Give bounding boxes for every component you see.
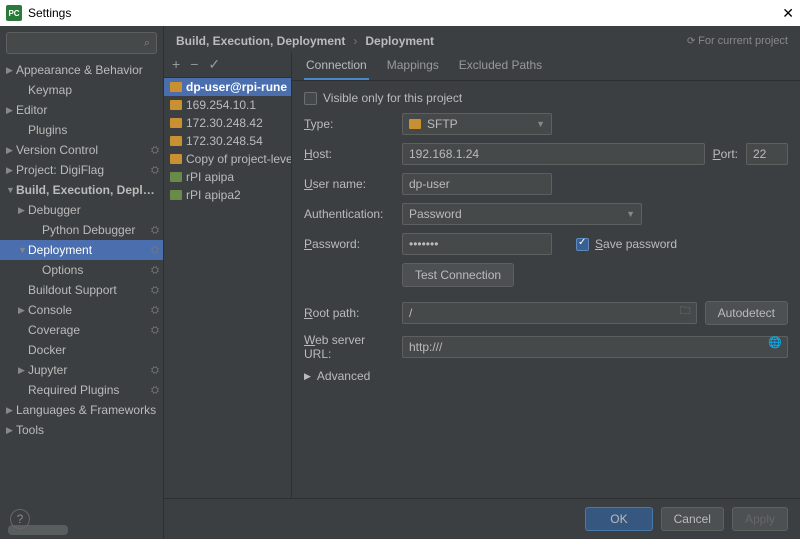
nav-vcs[interactable]: ▶Version Control⛭ xyxy=(0,140,163,160)
breadcrumb: Build, Execution, Deployment › Deploymen… xyxy=(164,26,800,52)
server-item[interactable]: 172.30.248.42 xyxy=(164,114,291,132)
visible-only-checkbox[interactable]: Visible only for this project xyxy=(304,91,462,105)
type-label: Type: xyxy=(304,117,394,131)
help-button[interactable]: ? xyxy=(10,509,30,529)
server-icon xyxy=(170,82,182,92)
auth-label: Authentication: xyxy=(304,207,394,221)
nav-options[interactable]: Options⛭ xyxy=(0,260,163,280)
tab-connection[interactable]: Connection xyxy=(304,52,369,80)
for-current-project: For current project xyxy=(687,35,788,47)
ok-button[interactable]: OK xyxy=(585,507,652,531)
nav-jupyter[interactable]: ▶Jupyter⛭ xyxy=(0,360,163,380)
root-path-label: Root path: xyxy=(304,306,394,320)
search-box[interactable]: ⌕ xyxy=(6,32,157,54)
nav-docker[interactable]: Docker xyxy=(0,340,163,360)
host-label: Host: xyxy=(304,147,394,161)
root-path-field[interactable] xyxy=(402,302,697,324)
server-list: + − ✓ dp-user@rpi-rune 169.254.10.1 172.… xyxy=(164,52,292,498)
app-icon: PC xyxy=(6,5,22,21)
server-item[interactable]: 169.254.10.1 xyxy=(164,96,291,114)
gear-icon: ⛭ xyxy=(151,285,159,296)
apply-button[interactable]: Apply xyxy=(732,507,788,531)
server-item[interactable]: Copy of project-level serv xyxy=(164,150,291,168)
server-icon xyxy=(170,154,182,164)
nav-coverage[interactable]: Coverage⛭ xyxy=(0,320,163,340)
advanced-section[interactable]: ▶Advanced xyxy=(304,369,788,383)
server-item[interactable]: rPI apipa2 xyxy=(164,186,291,204)
password-field[interactable] xyxy=(402,233,552,255)
server-icon xyxy=(409,119,421,129)
web-url-field[interactable] xyxy=(402,336,788,358)
chevron-right-icon: ▶ xyxy=(304,371,311,382)
nav-keymap[interactable]: Keymap xyxy=(0,80,163,100)
gear-icon: ⛭ xyxy=(151,305,159,316)
settings-sidebar: ⌕ ▶Appearance & Behavior Keymap ▶Editor … xyxy=(0,26,164,539)
nav-buildout[interactable]: Buildout Support⛭ xyxy=(0,280,163,300)
title-bar: PC Settings ✕ xyxy=(0,0,800,26)
save-password-checkbox[interactable]: ✓Save password xyxy=(576,237,677,251)
gear-icon: ⛭ xyxy=(151,365,159,376)
search-input[interactable] xyxy=(13,36,144,50)
nav-appearance[interactable]: ▶Appearance & Behavior xyxy=(0,60,163,80)
tab-mappings[interactable]: Mappings xyxy=(385,52,441,80)
auth-select[interactable]: Password▼ xyxy=(402,203,642,225)
nav-deployment[interactable]: ▼Deployment⛭ xyxy=(0,240,163,260)
nav-tools[interactable]: ▶Tools xyxy=(0,420,163,440)
server-icon xyxy=(170,136,182,146)
nav-console[interactable]: ▶Console⛭ xyxy=(0,300,163,320)
gear-icon: ⛭ xyxy=(151,325,159,336)
set-default-button[interactable]: ✓ xyxy=(208,56,220,73)
cancel-button[interactable]: Cancel xyxy=(661,507,724,531)
server-icon xyxy=(170,100,182,110)
type-select[interactable]: SFTP▼ xyxy=(402,113,552,135)
nav-langs[interactable]: ▶Languages & Frameworks xyxy=(0,400,163,420)
server-icon xyxy=(170,190,182,200)
nav-plugins[interactable]: Plugins xyxy=(0,120,163,140)
gear-icon: ⛭ xyxy=(151,385,159,396)
gear-icon: ⛭ xyxy=(151,145,159,156)
server-icon xyxy=(170,172,182,182)
caret-down-icon: ▼ xyxy=(536,119,545,129)
server-icon xyxy=(170,118,182,128)
username-label: User name: xyxy=(304,177,394,191)
autodetect-button[interactable]: Autodetect xyxy=(705,301,788,325)
nav-reqplugins[interactable]: Required Plugins⛭ xyxy=(0,380,163,400)
folder-icon[interactable]: 🗀 xyxy=(680,302,691,321)
chevron-right-icon: › xyxy=(353,34,357,48)
host-field[interactable] xyxy=(402,143,705,165)
gear-icon: ⛭ xyxy=(151,245,159,256)
server-item[interactable]: dp-user@rpi-rune xyxy=(164,78,291,96)
port-label: Port: xyxy=(713,147,738,161)
globe-icon[interactable]: 🌐 xyxy=(768,336,782,349)
web-url-label: Web server URL: xyxy=(304,333,394,361)
caret-down-icon: ▼ xyxy=(626,209,635,219)
tab-excluded[interactable]: Excluded Paths xyxy=(457,52,544,80)
test-connection-button[interactable]: Test Connection xyxy=(402,263,514,287)
nav-project[interactable]: ▶Project: DigiFlag⛭ xyxy=(0,160,163,180)
close-icon[interactable]: ✕ xyxy=(782,5,794,22)
search-icon: ⌕ xyxy=(144,37,150,50)
server-item[interactable]: rPI apipa xyxy=(164,168,291,186)
nav-debugger[interactable]: ▶Debugger xyxy=(0,200,163,220)
server-item[interactable]: 172.30.248.54 xyxy=(164,132,291,150)
password-label: Password: xyxy=(304,237,394,251)
port-field[interactable] xyxy=(746,143,788,165)
nav-build[interactable]: ▼Build, Execution, Deployment xyxy=(0,180,163,200)
window-title: Settings xyxy=(28,6,71,20)
gear-icon: ⛭ xyxy=(151,265,159,276)
gear-icon: ⛭ xyxy=(151,165,159,176)
nav-pydebugger[interactable]: Python Debugger⛭ xyxy=(0,220,163,240)
add-server-button[interactable]: + xyxy=(172,56,180,73)
nav-editor[interactable]: ▶Editor xyxy=(0,100,163,120)
remove-server-button[interactable]: − xyxy=(190,56,198,73)
username-field[interactable] xyxy=(402,173,552,195)
gear-icon: ⛭ xyxy=(151,225,159,236)
